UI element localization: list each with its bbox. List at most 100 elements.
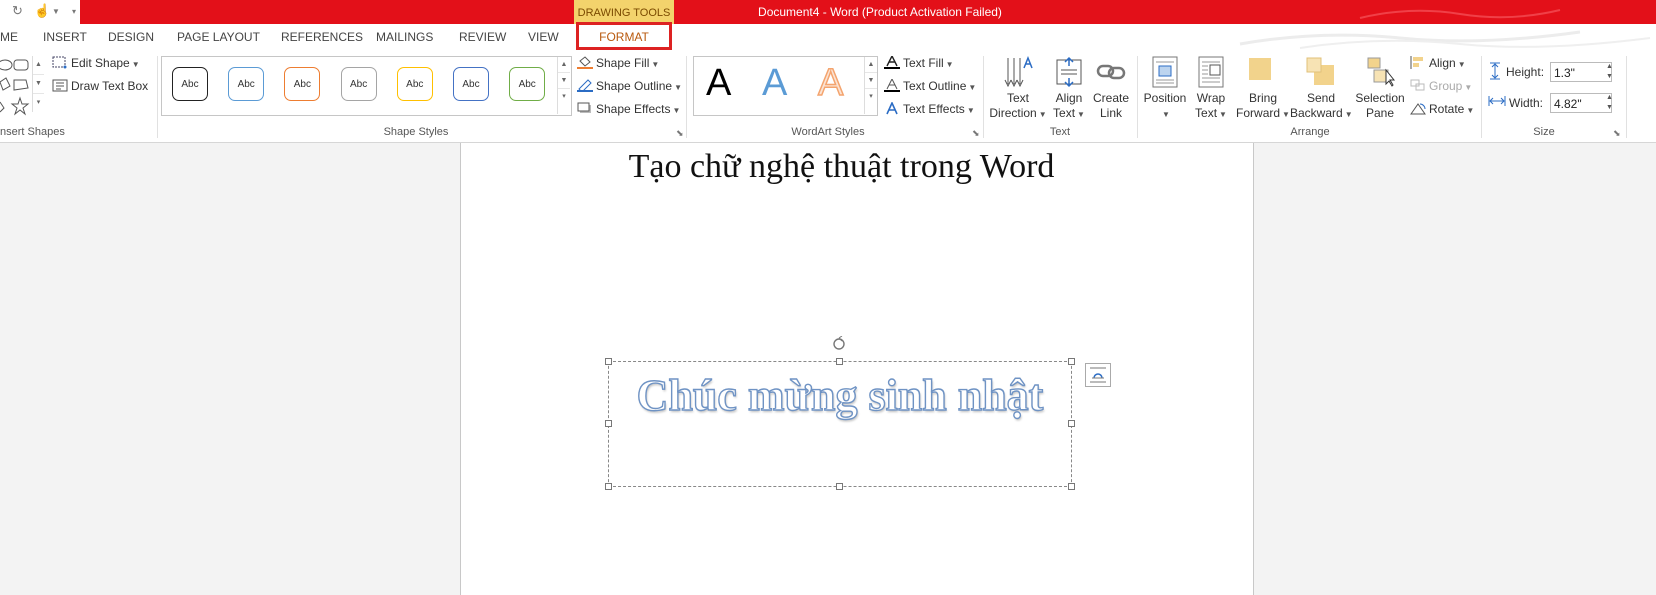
text-box-icon bbox=[52, 79, 68, 92]
resize-handle-top-right[interactable] bbox=[1068, 358, 1075, 365]
text-group-label: Text bbox=[1049, 126, 1071, 138]
insert-shapes-group-label: nsert Shapes bbox=[0, 126, 65, 138]
paint-bucket-icon bbox=[577, 56, 593, 69]
group-separator bbox=[1626, 56, 1627, 138]
wordart-styles-group-label: WordArt Styles bbox=[791, 126, 865, 138]
tab-insert[interactable]: INSERT bbox=[43, 30, 87, 44]
layout-options-icon bbox=[1090, 367, 1106, 383]
group-separator bbox=[983, 56, 984, 138]
tab-mailings[interactable]: MAILINGS bbox=[376, 30, 433, 44]
tab-view[interactable]: VIEW bbox=[528, 30, 559, 44]
pencil-icon bbox=[577, 79, 593, 92]
text-effects-icon bbox=[886, 102, 898, 115]
link-icon bbox=[1096, 64, 1126, 80]
edit-shape-icon bbox=[52, 56, 67, 69]
group-separator bbox=[157, 56, 158, 138]
wordart-styles-scroll[interactable]: ▲ ▼ ▾ bbox=[864, 57, 877, 114]
shape-style-thumb[interactable]: Abc bbox=[284, 67, 321, 101]
shapes-gallery-scroll[interactable]: ▲ ▼ ▾ bbox=[32, 56, 44, 112]
create-link-button[interactable]: Create Link bbox=[1090, 56, 1132, 121]
text-effects-button[interactable]: Text Effects ▼ bbox=[884, 102, 975, 116]
touch-mode-icon[interactable]: ☝ bbox=[34, 3, 50, 19]
send-backward-icon bbox=[1306, 57, 1334, 85]
tab-references[interactable]: REFERENCES bbox=[281, 30, 363, 44]
wordart-style-black[interactable]: A bbox=[706, 62, 731, 105]
rotate-button[interactable]: Rotate ▼ bbox=[1410, 102, 1474, 116]
quick-access-toolbar: ↻ ☝ ▼ ▾ bbox=[0, 0, 80, 24]
resize-handle-left[interactable] bbox=[605, 420, 612, 427]
shape-style-thumb[interactable]: Abc bbox=[453, 67, 489, 101]
shape-style-thumb[interactable]: Abc bbox=[172, 67, 208, 101]
resize-handle-top-left[interactable] bbox=[605, 358, 612, 365]
shape-effects-button[interactable]: Shape Effects ▼ bbox=[577, 102, 680, 116]
rotate-icon bbox=[1410, 103, 1426, 115]
height-spinner[interactable]: ▲ ▼ bbox=[1606, 62, 1613, 82]
wordart-styles-launcher-icon[interactable]: ⬊ bbox=[972, 128, 980, 139]
more-styles-icon[interactable]: ▾ bbox=[865, 89, 877, 104]
tab-format[interactable]: FORMAT bbox=[576, 30, 672, 44]
tab-home[interactable]: ME bbox=[0, 30, 18, 44]
shape-style-thumb[interactable]: Abc bbox=[396, 67, 433, 101]
shape-effects-icon bbox=[577, 102, 591, 113]
wrap-text-button[interactable]: Wrap Text ▼ bbox=[1190, 56, 1232, 122]
selection-pane-icon bbox=[1367, 57, 1396, 87]
tab-page-layout[interactable]: PAGE LAYOUT bbox=[177, 30, 260, 44]
group-button[interactable]: Group ▼ bbox=[1410, 79, 1472, 93]
customize-qat-icon[interactable]: ▾ bbox=[72, 7, 76, 16]
resize-handle-top[interactable] bbox=[836, 358, 843, 365]
text-fill-icon bbox=[884, 56, 900, 69]
size-group-label: Size bbox=[1533, 126, 1555, 138]
tab-review[interactable]: REVIEW bbox=[459, 30, 506, 44]
position-icon bbox=[1152, 56, 1178, 88]
layout-options-button[interactable] bbox=[1085, 363, 1111, 387]
draw-text-box-button[interactable]: Draw Text Box bbox=[52, 79, 148, 93]
text-direction-button[interactable]: Text Direction ▼ bbox=[988, 56, 1048, 122]
scroll-up-icon[interactable]: ▲ bbox=[558, 57, 570, 73]
send-backward-button[interactable]: Send Backward ▼ bbox=[1290, 56, 1353, 122]
scroll-up-icon[interactable]: ▲ bbox=[865, 57, 877, 73]
width-input[interactable]: 4.82" bbox=[1550, 93, 1612, 113]
text-fill-button[interactable]: Text Fill ▼ bbox=[884, 56, 954, 70]
text-outline-button[interactable]: Text Outline ▼ bbox=[884, 79, 976, 93]
shape-styles-launcher-icon[interactable]: ⬊ bbox=[676, 128, 684, 139]
resize-handle-bottom[interactable] bbox=[836, 483, 843, 490]
shape-outline-button[interactable]: Shape Outline ▼ bbox=[577, 79, 682, 93]
document-heading[interactable]: Tạo chữ nghệ thuật trong Word bbox=[460, 148, 1223, 186]
wordart-style-orange[interactable]: A bbox=[817, 61, 844, 105]
position-button[interactable]: Position ▼ bbox=[1140, 56, 1190, 122]
resize-handle-bottom-left[interactable] bbox=[605, 483, 612, 490]
bring-forward-button[interactable]: Bring Forward ▼ bbox=[1234, 56, 1292, 122]
height-input[interactable]: 1.3" bbox=[1550, 62, 1612, 82]
height-icon bbox=[1490, 62, 1500, 80]
tab-row-decoration-icon bbox=[1239, 30, 1651, 49]
tab-design[interactable]: DESIGN bbox=[108, 30, 154, 44]
size-launcher-icon[interactable]: ⬊ bbox=[1613, 128, 1621, 139]
align-button[interactable]: Align ▼ bbox=[1410, 56, 1466, 70]
shape-fill-button[interactable]: Shape Fill ▼ bbox=[577, 56, 659, 70]
edit-shape-button[interactable]: Edit Shape ▼ bbox=[52, 56, 140, 70]
scroll-down-icon[interactable]: ▼ bbox=[865, 73, 877, 89]
selection-pane-button[interactable]: Selection Pane bbox=[1352, 56, 1408, 121]
more-styles-icon[interactable]: ▾ bbox=[558, 89, 570, 104]
shape-styles-scroll[interactable]: ▲ ▼ ▾ bbox=[557, 57, 570, 114]
align-objects-icon bbox=[1410, 56, 1423, 69]
shape-style-thumb[interactable]: Abc bbox=[509, 67, 546, 101]
text-direction-icon bbox=[1004, 56, 1033, 88]
align-text-icon bbox=[1056, 56, 1082, 88]
resize-handle-bottom-right[interactable] bbox=[1068, 483, 1075, 490]
shape-style-thumb[interactable]: Abc bbox=[340, 67, 377, 101]
width-icon bbox=[1488, 96, 1506, 106]
width-spinner[interactable]: ▲ ▼ bbox=[1606, 93, 1613, 113]
shape-styles-group-label: Shape Styles bbox=[383, 126, 449, 138]
wordart-style-blue[interactable]: A bbox=[762, 62, 787, 105]
scroll-down-icon[interactable]: ▼ bbox=[558, 73, 570, 89]
width-label: Width: bbox=[1509, 96, 1544, 110]
touch-mode-dropdown-icon[interactable]: ▼ bbox=[52, 7, 60, 16]
align-text-button[interactable]: Align Text ▼ bbox=[1048, 56, 1090, 122]
rotate-handle-icon[interactable] bbox=[831, 336, 847, 354]
wordart-text[interactable]: Chúc mừng sinh nhật bbox=[608, 370, 1072, 421]
shape-style-thumb[interactable]: Abc bbox=[228, 67, 265, 101]
redo-icon[interactable]: ↻ bbox=[12, 3, 23, 19]
resize-handle-right[interactable] bbox=[1068, 420, 1075, 427]
bring-forward-icon bbox=[1249, 58, 1271, 80]
